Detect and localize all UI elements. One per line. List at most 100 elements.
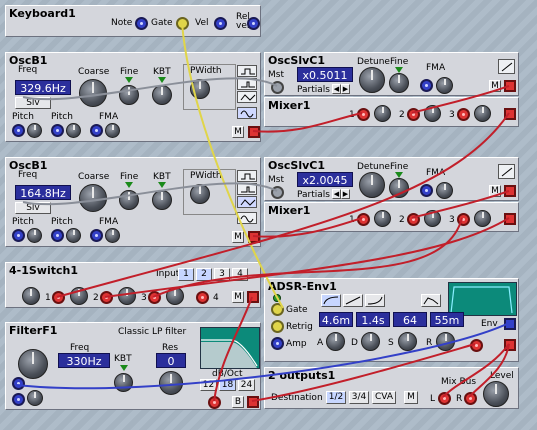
detune-knob[interactable] (359, 67, 385, 93)
mixer-in2-jack[interactable] (407, 213, 420, 226)
fma-in-jack[interactable] (420, 79, 433, 92)
mixer-level3-knob[interactable] (474, 210, 491, 227)
retrig-in-jack[interactable] (271, 320, 284, 333)
filter-mod-knob[interactable] (27, 390, 43, 406)
switch-level3-knob[interactable] (118, 287, 136, 305)
fine-knob[interactable] (389, 178, 409, 198)
mixer-in3-jack[interactable] (457, 213, 470, 226)
sustain-knob[interactable] (398, 332, 417, 351)
switch-in4-jack[interactable] (196, 291, 209, 304)
pitch2-in-jack[interactable] (51, 229, 64, 242)
attack-shape-log-button[interactable] (321, 294, 341, 307)
attack-shape-lin-button[interactable] (343, 294, 363, 307)
release-display[interactable]: 55m (430, 312, 464, 327)
mixer-in3-jack[interactable] (457, 108, 470, 121)
partials-decrease[interactable]: ◀ (332, 189, 341, 199)
mute-button[interactable]: M (489, 185, 501, 197)
switch-level4-knob[interactable] (166, 287, 184, 305)
master-in-jack[interactable] (271, 186, 284, 199)
sustain-display[interactable]: 64 (393, 312, 427, 327)
wave-square-button[interactable] (237, 65, 257, 77)
dest-12-button[interactable]: 1/2 (326, 391, 346, 404)
amp-in-jack[interactable] (271, 337, 284, 350)
mixer-in1-jack[interactable] (357, 213, 370, 226)
left-in-jack[interactable] (438, 392, 451, 405)
detune-knob[interactable] (359, 172, 385, 198)
switch-input-3-button[interactable]: 3 (214, 268, 230, 281)
mixer-level3-knob[interactable] (474, 105, 491, 122)
mixer2-out-jack[interactable] (504, 213, 516, 225)
ratio-display[interactable]: x2.0045 (297, 172, 353, 187)
note-out-jack[interactable] (135, 17, 148, 30)
mixer-level1-knob[interactable] (374, 210, 391, 227)
mixer-level2-knob[interactable] (424, 210, 441, 227)
adsr-audio-out-jack[interactable] (504, 339, 516, 351)
wave-square-button[interactable] (237, 170, 257, 182)
fma-in-jack[interactable] (90, 124, 103, 137)
freq-display[interactable]: 330Hz (58, 353, 110, 368)
fma-in-jack[interactable] (90, 229, 103, 242)
wave-pulse-button[interactable] (237, 78, 257, 90)
filter-out-jack[interactable] (247, 396, 259, 408)
fine-knob[interactable] (119, 85, 139, 105)
pitch1-knob[interactable] (27, 228, 42, 243)
mute-button[interactable]: M (232, 291, 244, 303)
res-knob[interactable] (159, 371, 183, 395)
osc1-out-jack[interactable] (248, 126, 260, 138)
freq-display[interactable]: 164.8Hz (15, 185, 71, 200)
filter-mod2-in-jack[interactable] (12, 393, 25, 406)
bypass-button[interactable]: B (232, 396, 244, 408)
coarse-knob[interactable] (79, 184, 107, 212)
kbt-knob[interactable] (152, 85, 172, 105)
slope-18-button[interactable]: 18 (219, 379, 236, 391)
freq-knob[interactable] (18, 349, 48, 379)
pitch1-in-jack[interactable] (12, 229, 25, 242)
kbt-knob[interactable] (114, 373, 133, 392)
pitch2-in-jack[interactable] (51, 124, 64, 137)
vel-out-jack[interactable] (214, 17, 227, 30)
wave-saw-button[interactable] (498, 164, 515, 179)
release-knob[interactable] (436, 332, 455, 351)
partials-increase[interactable]: ▶ (341, 189, 350, 199)
wave-saw-button[interactable] (498, 59, 515, 74)
fma-knob[interactable] (436, 182, 453, 199)
attack-knob[interactable] (326, 332, 345, 351)
dest-34-button[interactable]: 3/4 (349, 391, 369, 404)
relvel-out-jack[interactable] (247, 17, 260, 30)
osc2-out-jack[interactable] (248, 231, 260, 243)
pitch1-knob[interactable] (27, 123, 42, 138)
fine-knob[interactable] (119, 190, 139, 210)
pwidth-knob[interactable] (190, 79, 210, 99)
mixer-level1-knob[interactable] (374, 105, 391, 122)
res-display[interactable]: 0 (156, 353, 186, 368)
fma-in-jack[interactable] (420, 184, 433, 197)
decay-display[interactable]: 1.4s (356, 312, 390, 327)
ratio-display[interactable]: x0.5011 (297, 67, 353, 82)
master-in-jack[interactable] (271, 81, 284, 94)
fma-knob[interactable] (105, 123, 120, 138)
slope-12-button[interactable]: 12 (200, 379, 217, 391)
slave1-out-jack[interactable] (504, 80, 516, 92)
mixer-level2-knob[interactable] (424, 105, 441, 122)
wave-sine-button[interactable] (237, 107, 257, 119)
kbt-knob[interactable] (152, 190, 172, 210)
switch-level2-knob[interactable] (70, 287, 88, 305)
slave2-out-jack[interactable] (504, 185, 516, 197)
switch-level1-knob[interactable] (22, 287, 40, 305)
mixer1-out-jack[interactable] (504, 108, 516, 120)
mixer-in1-jack[interactable] (357, 108, 370, 121)
gate-out-jack[interactable] (176, 17, 189, 30)
wave-sine-button[interactable] (237, 212, 257, 224)
decay-knob[interactable] (361, 332, 380, 351)
attack-shape-exp-button[interactable] (365, 294, 385, 307)
filter-mod1-in-jack[interactable] (12, 377, 25, 390)
mute-button[interactable]: M (232, 126, 244, 138)
switch-input-2-button[interactable]: 2 (196, 268, 212, 281)
wave-triangle-button[interactable] (237, 91, 257, 103)
attack-display[interactable]: 4.6m (319, 312, 353, 327)
switch-in2-jack[interactable] (100, 291, 113, 304)
filter-in-jack[interactable] (208, 396, 221, 409)
freq-display[interactable]: 329.6Hz (15, 80, 71, 95)
pitch2-knob[interactable] (66, 123, 81, 138)
partials-decrease[interactable]: ◀ (332, 84, 341, 94)
